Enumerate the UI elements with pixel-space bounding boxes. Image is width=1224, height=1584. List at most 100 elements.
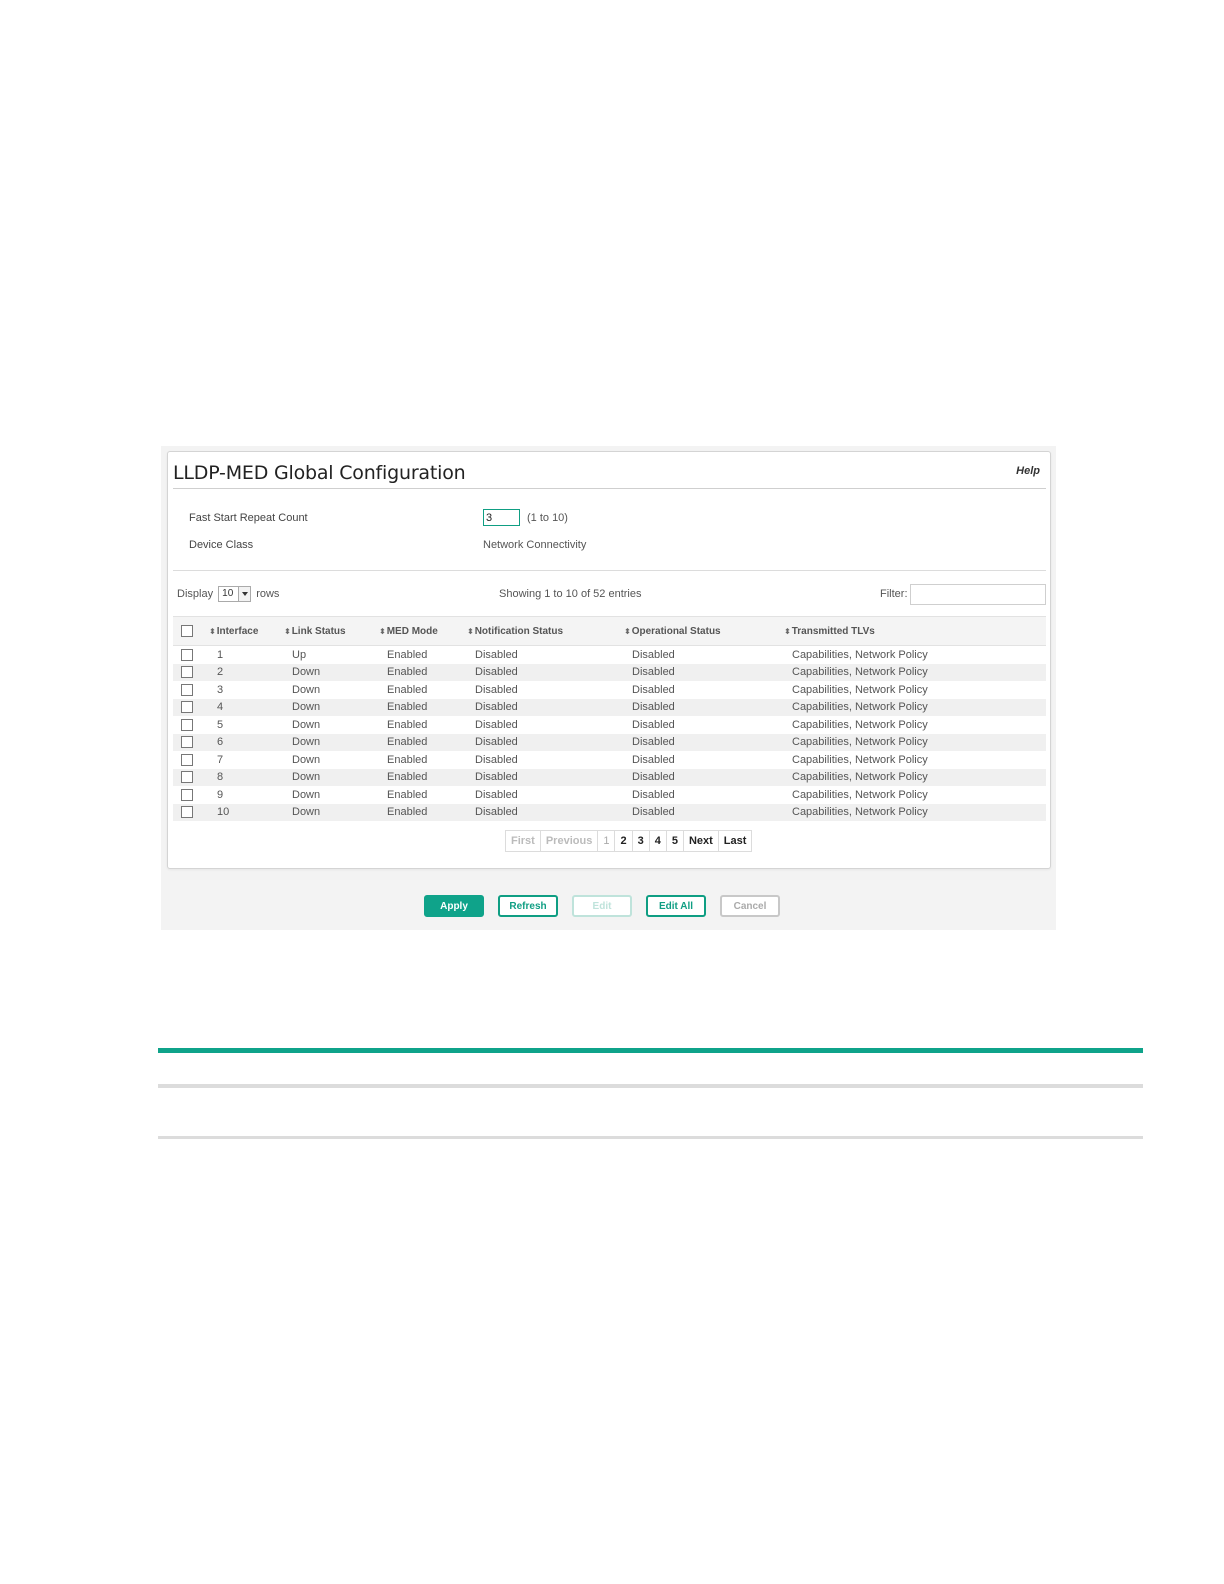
page-3-button[interactable]: 3: [633, 831, 650, 851]
table-cell: Capabilities, Network Policy: [792, 753, 928, 766]
row-checkbox[interactable]: [181, 788, 193, 801]
sort-icon: ⬍: [467, 626, 474, 636]
interfaces-table: ⬍Interface ⬍Link Status ⬍MED Mode ⬍Notif…: [173, 616, 1046, 821]
table-cell: 3: [217, 683, 224, 696]
table-cell: Disabled: [624, 663, 784, 681]
table-cell: 8: [209, 768, 284, 786]
fast-start-input[interactable]: [483, 509, 520, 526]
table-cell: 6: [209, 733, 284, 751]
table-row[interactable]: 10 Down Enabled Disabled Disabled Capabilitie…: [173, 803, 1046, 821]
table-row[interactable]: 3 Down Enabled Disabled Disabled Capabilities…: [173, 681, 1046, 699]
first-page-button[interactable]: First: [506, 831, 541, 851]
entries-info: Showing 1 to 10 of 52 entries: [499, 588, 642, 600]
display-rows-control: Display 10 rows: [177, 586, 279, 602]
divider-rule: [158, 1136, 1143, 1139]
row-checkbox[interactable]: [181, 771, 193, 784]
row-checkbox[interactable]: [181, 701, 193, 714]
page-4-button[interactable]: 4: [650, 831, 667, 851]
column-header-label: Operational Status: [631, 625, 721, 637]
table-cell: Capabilities, Network Policy: [792, 683, 928, 696]
table-cell: Enabled: [387, 648, 428, 661]
last-page-button[interactable]: Last: [719, 831, 752, 851]
table-row[interactable]: 2 Down Enabled Disabled Disabled Capabilities…: [173, 663, 1046, 681]
table-cell: Disabled: [624, 698, 784, 716]
table-cell: Enabled: [379, 768, 467, 786]
apply-button[interactable]: Apply: [424, 895, 484, 917]
table-row[interactable]: 7 Down Enabled Disabled Disabled Capabilities…: [173, 751, 1046, 769]
previous-page-button[interactable]: Previous: [541, 831, 599, 851]
table-cell: 4: [209, 698, 284, 716]
table-cell: Disabled: [475, 753, 518, 766]
table-cell: 7: [217, 753, 224, 766]
cancel-button[interactable]: Cancel: [720, 895, 780, 917]
column-header-link-status[interactable]: ⬍Link Status: [284, 616, 379, 646]
edit-button[interactable]: Edit: [572, 895, 632, 917]
title-bar: LLDP-MED Global Configuration Help: [173, 452, 1046, 489]
page-2-button[interactable]: 2: [615, 831, 633, 851]
filter-input[interactable]: [910, 584, 1046, 605]
table-cell: Enabled: [379, 803, 467, 821]
table-cell: Capabilities, Network Policy: [784, 698, 1046, 716]
table-cell: Disabled: [624, 803, 784, 821]
next-page-button[interactable]: Next: [684, 831, 719, 851]
column-header-interface[interactable]: ⬍Interface: [209, 616, 284, 646]
table-cell: Down: [292, 788, 321, 801]
table-row[interactable]: 9 Down Enabled Disabled Disabled Capabilities…: [173, 786, 1046, 804]
table-row[interactable]: 1 Up Enabled Disabled Disabled Capabilities, …: [173, 646, 1046, 664]
column-header-label: Link Status: [291, 625, 346, 637]
table-cell: 5: [217, 718, 224, 731]
filter-label: Filter:: [880, 588, 908, 600]
row-checkbox[interactable]: [181, 666, 193, 679]
table-cell: Disabled: [632, 718, 675, 731]
select-all-checkbox[interactable]: [181, 625, 193, 637]
row-checkbox[interactable]: [181, 806, 193, 819]
table-cell: Enabled: [387, 683, 428, 696]
table-cell: 9: [217, 788, 224, 801]
table-cell: Down: [284, 663, 379, 681]
rows-select-value: 10: [222, 588, 234, 599]
row-checkbox[interactable]: [181, 718, 193, 731]
column-header-label: MED Mode: [386, 625, 438, 637]
column-header-operational-status[interactable]: ⬍Operational Status: [624, 616, 784, 646]
column-header-label: Notification Status: [474, 625, 564, 637]
pagination: First Previous 1 2 3 4 5 Next Last: [505, 830, 753, 852]
table-row[interactable]: 6 Down Enabled Disabled Disabled Capabilities…: [173, 733, 1046, 751]
table-cell: 10: [209, 803, 284, 821]
column-header-med-mode[interactable]: ⬍MED Mode: [379, 616, 467, 646]
page-5-button[interactable]: 5: [667, 831, 684, 851]
row-checkbox[interactable]: [181, 736, 193, 749]
page-title: LLDP-MED Global Configuration: [173, 462, 466, 484]
table-row[interactable]: 5 Down Enabled Disabled Disabled Capabilities…: [173, 716, 1046, 734]
refresh-button[interactable]: Refresh: [498, 895, 558, 917]
row-checkbox[interactable]: [181, 648, 193, 661]
accent-rule: [158, 1048, 1143, 1053]
sort-icon: ⬍: [379, 626, 386, 636]
rows-select[interactable]: 10: [218, 586, 252, 602]
edit-all-button[interactable]: Edit All: [646, 895, 706, 917]
column-header-label: Transmitted TLVs: [791, 625, 875, 637]
table-cell: Down: [292, 718, 321, 731]
table-cell: Down: [292, 683, 321, 696]
table-cell: Disabled: [475, 648, 518, 661]
row-checkbox[interactable]: [181, 753, 193, 766]
table-row[interactable]: 4 Down Enabled Disabled Disabled Capabilities…: [173, 698, 1046, 716]
table-cell: Capabilities, Network Policy: [784, 768, 1046, 786]
table-cell: Capabilities, Network Policy: [784, 803, 1046, 821]
table-cell: Disabled: [467, 663, 624, 681]
table-cell: Disabled: [632, 683, 675, 696]
table-row[interactable]: 8 Down Enabled Disabled Disabled Capabilities…: [173, 768, 1046, 786]
column-header-notification-status[interactable]: ⬍Notification Status: [467, 616, 624, 646]
table-cell: 2: [209, 663, 284, 681]
help-link[interactable]: Help: [1016, 465, 1040, 477]
row-checkbox[interactable]: [181, 683, 193, 696]
table-cell: Disabled: [475, 788, 518, 801]
table-header-row: ⬍Interface ⬍Link Status ⬍MED Mode ⬍Notif…: [173, 616, 1046, 646]
table-cell: Enabled: [379, 733, 467, 751]
chevron-down-icon[interactable]: [238, 587, 251, 601]
page-1-button[interactable]: 1: [598, 831, 616, 851]
table-cell: Enabled: [387, 718, 428, 731]
column-header-transmitted-tlvs[interactable]: ⬍Transmitted TLVs: [784, 616, 1046, 646]
table-cell: Down: [284, 698, 379, 716]
device-class-value: Network Connectivity: [483, 539, 587, 551]
device-class-label: Device Class: [189, 539, 254, 551]
